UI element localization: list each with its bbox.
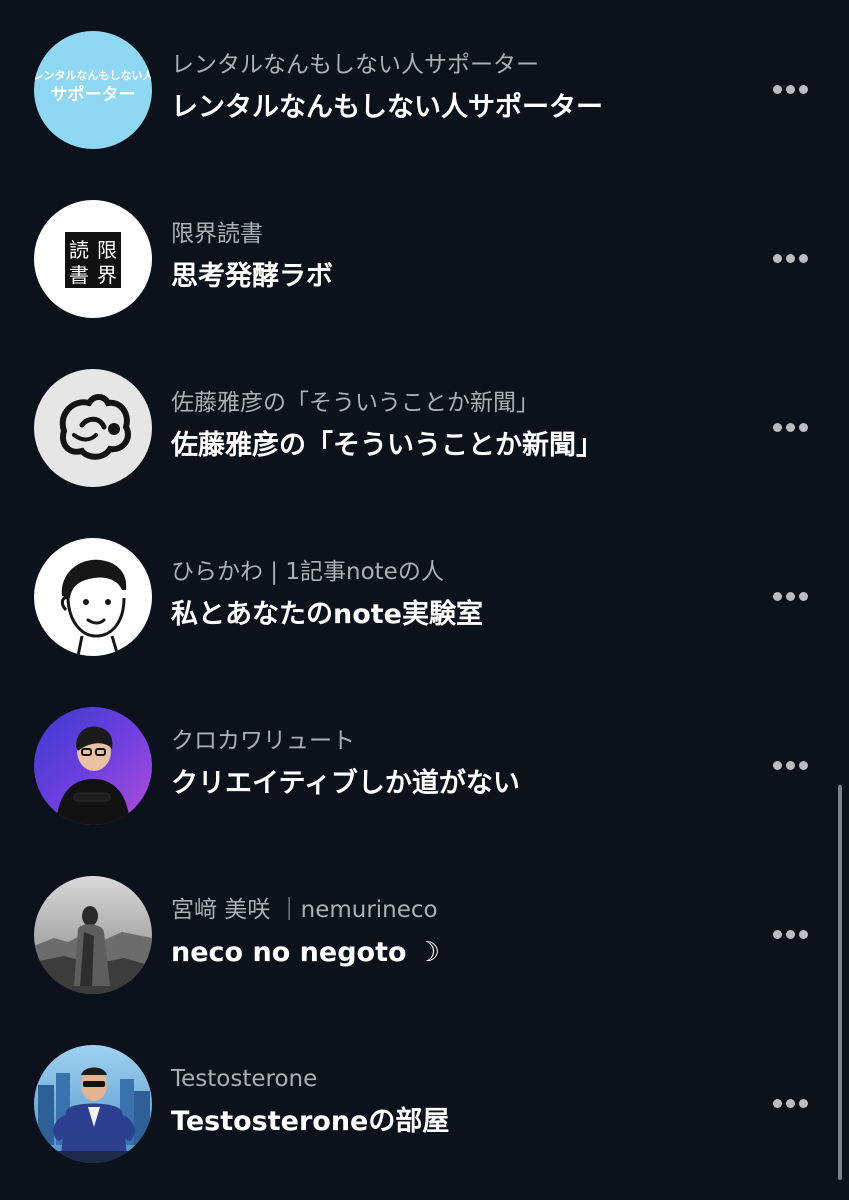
list-item[interactable]: 佐藤雅彦の「そういうことか新聞」 佐藤雅彦の「そういうことか新聞」 [0,369,849,538]
avatar[interactable] [34,1045,152,1163]
avatar-logo-line-2: サポーター [51,84,136,105]
text-logo-icon: レンタルなんもしない人 サポーター [34,31,152,149]
more-options-icon[interactable] [770,590,810,604]
list-item[interactable]: Testosterone Testosteroneの部屋 [0,1045,849,1200]
monochrome-photo-icon [34,876,152,994]
person-photo-icon [34,707,152,825]
more-options-icon[interactable] [770,759,810,773]
author-name[interactable]: 限界読書 [171,223,263,246]
avatar[interactable] [34,538,152,656]
avatar-logo-char: 限 [97,238,117,262]
author-name[interactable]: クロカワリュート [171,730,355,753]
author-name[interactable]: 佐藤雅彦の「そういうことか新聞」 [171,392,539,415]
face-illustration-icon [34,538,152,656]
avatar[interactable] [34,707,152,825]
author-name[interactable]: 宮﨑 美咲 ｜nemurineco [171,899,438,922]
scrollbar[interactable] [838,785,842,1180]
book-logo-icon: 読 限 書 界 [34,200,152,318]
magazine-title[interactable]: Testosteroneの部屋 [171,1108,449,1135]
more-options-icon[interactable] [770,83,810,97]
avatar-logo-char: 読 [69,238,89,262]
magazine-title[interactable]: neco no negoto ☽ [171,939,440,966]
magazine-title[interactable]: 思考発酵ラボ [171,263,333,290]
subscription-list: レンタルなんもしない人 サポーター レンタルなんもしない人サポーター レンタルな… [0,0,849,1200]
more-options-icon[interactable] [770,252,810,266]
more-options-icon[interactable] [770,421,810,435]
magazine-title[interactable]: 私とあなたのnote実験室 [171,601,483,628]
list-item[interactable]: 読 限 書 界 限界読書 思考発酵ラボ [0,200,849,369]
avatar-logo-char: 界 [97,263,117,287]
cartoon-muscle-icon [34,1045,152,1163]
more-options-icon[interactable] [770,928,810,942]
ink-drawing-icon [34,369,152,487]
magazine-title[interactable]: レンタルなんもしない人サポーター [171,94,603,121]
avatar[interactable]: 読 限 書 界 [34,200,152,318]
author-name[interactable]: ひらかわ | 1記事noteの人 [171,561,444,584]
avatar-logo-line-1: レンタルなんもしない人 [34,68,152,82]
list-item[interactable]: 宮﨑 美咲 ｜nemurineco neco no negoto ☽ [0,876,849,1045]
magazine-title[interactable]: クリエイティブしか道がない [171,770,520,797]
more-options-icon[interactable] [770,1097,810,1111]
list-item[interactable]: レンタルなんもしない人 サポーター レンタルなんもしない人サポーター レンタルな… [0,31,849,200]
magazine-title[interactable]: 佐藤雅彦の「そういうことか新聞」 [171,432,603,459]
avatar-logo-char: 書 [69,263,89,287]
avatar[interactable] [34,876,152,994]
author-name[interactable]: レンタルなんもしない人サポーター [171,54,539,77]
list-item[interactable]: クロカワリュート クリエイティブしか道がない [0,707,849,876]
list-item[interactable]: ひらかわ | 1記事noteの人 私とあなたのnote実験室 [0,538,849,707]
avatar[interactable] [34,369,152,487]
avatar[interactable]: レンタルなんもしない人 サポーター [34,31,152,149]
author-name[interactable]: Testosterone [171,1068,317,1091]
